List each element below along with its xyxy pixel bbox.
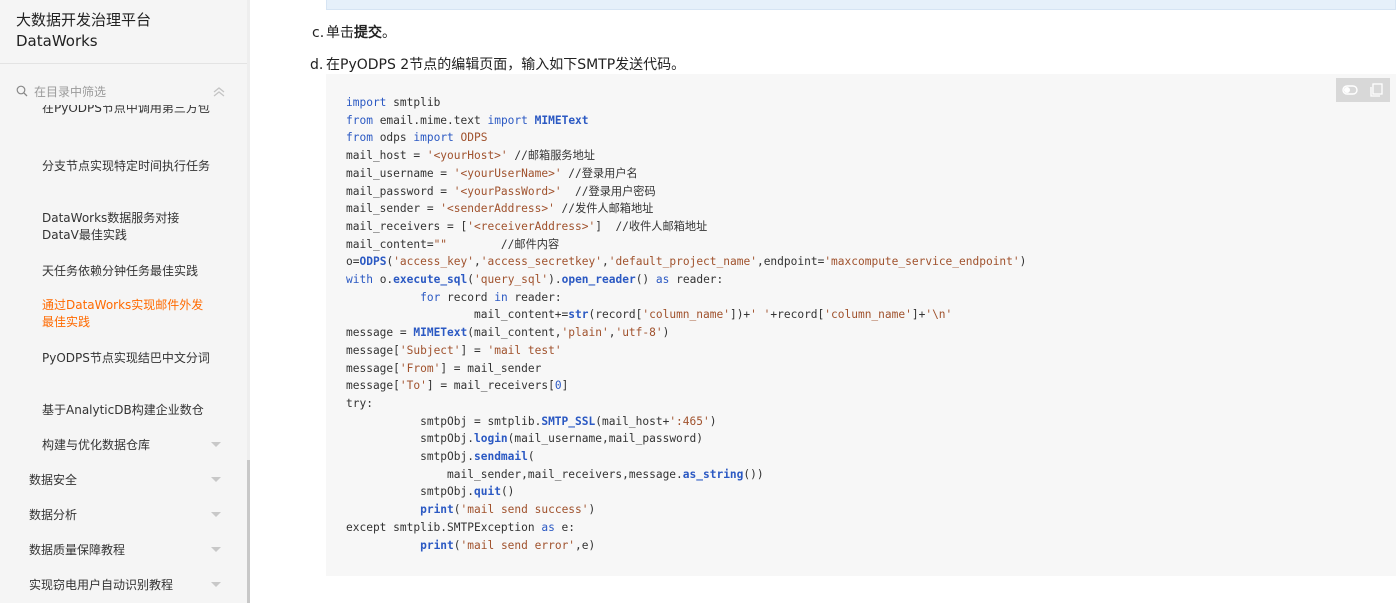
chevron-down-icon[interactable] (210, 441, 222, 449)
sidebar-scrollbar-thumb[interactable] (247, 460, 250, 603)
step-c-text: 单击 (326, 25, 354, 41)
toggle-theme-button[interactable] (1340, 81, 1360, 99)
toc-filter (14, 81, 236, 103)
toc-item-data-quality[interactable]: 数据质量保障教程 (29, 542, 209, 559)
toc-item-label: 基于AnalyticDB构建企业数仓 (42, 403, 204, 417)
copy-icon (1369, 83, 1383, 97)
toc-item-branch-node[interactable]: 分支节点实现特定时间执行任务 (42, 158, 210, 175)
copy-code-button[interactable] (1367, 81, 1387, 99)
product-subtitle: DataWorks (16, 32, 98, 50)
toc-item-analyticdb[interactable]: 基于AnalyticDB构建企业数仓 (42, 402, 210, 419)
toc-item-label: 分支节点实现特定时间执行任务 (42, 159, 211, 173)
code-toolbar (1336, 78, 1390, 102)
chevron-down-icon[interactable] (210, 476, 222, 484)
toc-item-pyodps-third-party[interactable]: 在PyODPS节点中调用第三方包 (42, 105, 210, 139)
toc-item-label: 通过DataWorks实现邮件外发最佳实践 (42, 298, 204, 329)
toggle-theme-icon (1341, 85, 1358, 95)
sidebar-divider (0, 63, 249, 64)
step-marker: c. (312, 25, 325, 41)
toc-item-label: 构建与优化数据仓库 (42, 438, 151, 452)
chevron-down-icon[interactable] (210, 581, 222, 589)
toc-item-data-security[interactable]: 数据安全 (29, 472, 209, 489)
toc-item-power-theft[interactable]: 实现窃电用户自动识别教程 (29, 577, 209, 594)
note-box-bottom-edge (326, 0, 1396, 10)
toc-filter-input[interactable] (34, 81, 204, 103)
search-icon (16, 85, 28, 97)
toc-item-label: 数据质量保障教程 (29, 543, 126, 557)
step-c-punct: 。 (382, 25, 396, 41)
toc-item-label: 天任务依赖分钟任务最佳实践 (42, 264, 199, 278)
step-d: d. 在PyODPS 2节点的编辑页面，输入如下SMTP发送代码。 (310, 54, 685, 74)
doc-content: c. 单击提交。 d. 在PyODPS 2节点的编辑页面，输入如下SMTP发送代码。… (251, 0, 1400, 603)
toc-item-jieba[interactable]: PyODPS节点实现结巴中文分词 (42, 350, 210, 367)
toc-item-datav[interactable]: DataWorks数据服务对接DataV最佳实践 (42, 210, 210, 244)
step-c: c. 单击提交。 (312, 22, 396, 42)
toc-item-build-warehouse[interactable]: 构建与优化数据仓库 (42, 437, 210, 454)
step-d-text: 在PyODPS 2节点的编辑页面，输入如下SMTP发送代码。 (326, 57, 686, 73)
chevron-down-icon[interactable] (210, 511, 222, 519)
sidebar: 大数据开发治理平台 DataWorks 在PyODPS节点中调用第三方包 分支节… (0, 0, 250, 603)
toc-item-email-outbound[interactable]: 通过DataWorks实现邮件外发最佳实践 (42, 297, 210, 331)
toc-item-label: 数据安全 (29, 473, 78, 487)
toc-item-label: PyODPS节点实现结巴中文分词 (42, 351, 210, 365)
product-brand[interactable]: 大数据开发治理平台 DataWorks (16, 10, 236, 51)
code-listing: import smtplib from email.mime.text impo… (346, 96, 1027, 552)
step-marker: d. (310, 57, 324, 73)
toc-item-daily-minute-dependency[interactable]: 天任务依赖分钟任务最佳实践 (42, 263, 210, 280)
toc-item-label: 数据分析 (29, 508, 78, 522)
collapse-all-icon[interactable] (212, 85, 226, 99)
product-title: 大数据开发治理平台 (16, 11, 152, 29)
step-c-submit-term: 提交 (354, 25, 382, 41)
toc-item-label: DataWorks数据服务对接DataV最佳实践 (42, 211, 180, 242)
toc-item-label: 在PyODPS节点中调用第三方包 (42, 105, 210, 115)
toc-item-data-analysis[interactable]: 数据分析 (29, 507, 209, 524)
chevron-down-icon[interactable] (210, 546, 222, 554)
code-block[interactable]: import smtplib from email.mime.text impo… (326, 74, 1396, 576)
toc-item-label: 实现窃电用户自动识别教程 (29, 578, 174, 592)
